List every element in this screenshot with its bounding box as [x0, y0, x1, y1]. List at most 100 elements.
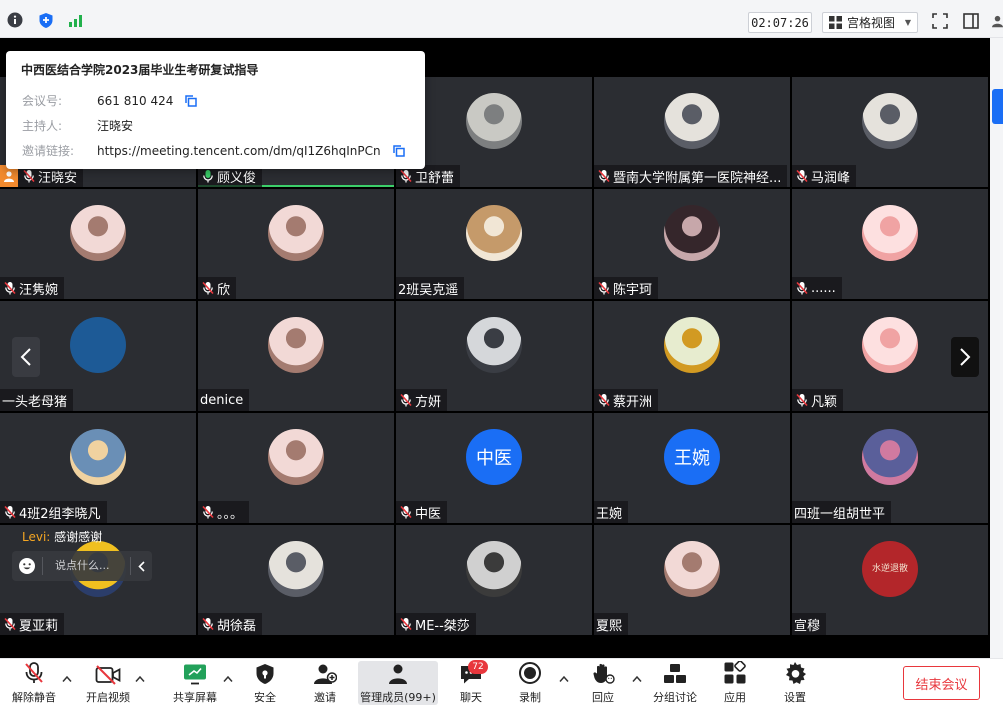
copy-icon[interactable] [392, 144, 405, 157]
meeting-window: 02:07:26 宫格视图 ▼ 汪晓安 顾义俊 卫舒蕾 暨南大学附属第一医院神经...… [0, 0, 1003, 705]
participant-name-tag: denice [198, 389, 250, 411]
participant-tile[interactable]: 蔡开洲 [594, 301, 790, 411]
react-button[interactable]: 回应 [584, 661, 622, 705]
participant-avatar [664, 541, 720, 597]
participant-tile[interactable]: 四班一组胡世平 [792, 413, 988, 523]
security-button[interactable]: 安全 [246, 661, 284, 705]
participant-tile[interactable]: 方妍 [396, 301, 592, 411]
participant-tile[interactable]: 王婉 王婉 [594, 413, 790, 523]
fullscreen-icon[interactable] [931, 12, 949, 30]
participant-name: 中医 [415, 506, 442, 522]
participant-name-tag: 马润峰 [792, 165, 857, 187]
breakout-rooms-button[interactable]: 分组讨论 [651, 661, 699, 705]
participant-name: 胡徐磊 [217, 618, 257, 634]
apps-icon [723, 661, 747, 685]
next-page-button[interactable] [951, 337, 979, 377]
chevron-left-icon[interactable] [130, 557, 152, 575]
participant-tile[interactable]: 欣 [198, 189, 394, 299]
participant-name-tag: 夏熙 [594, 613, 629, 635]
caret-up-icon[interactable] [135, 675, 145, 683]
invite-label: 邀请 [314, 691, 336, 704]
mic-muted-icon [400, 393, 412, 407]
user-icon[interactable] [992, 12, 1003, 30]
chevron-right-icon [960, 348, 971, 366]
participant-tile[interactable]: 中医 中医 [396, 413, 592, 523]
prev-page-button[interactable] [12, 337, 40, 377]
participant-avatar [70, 429, 126, 485]
participant-name-tag: 凡颖 [792, 389, 844, 411]
emoji-icon[interactable] [12, 557, 42, 575]
invite-link-value[interactable]: https://meeting.tencent.com/dm/qI1Z6hqIn… [97, 144, 381, 158]
caret-up-icon[interactable] [62, 675, 72, 683]
participant-name: 宣穆 [794, 618, 821, 634]
participant-tile[interactable]: 4班2组李晓凡 [0, 413, 196, 523]
participant-tile[interactable]: 胡徐磊 [198, 525, 394, 635]
manage-members-button[interactable]: 管理成员(99+) [358, 661, 438, 705]
signal-icon[interactable] [67, 11, 85, 29]
side-panel-handle[interactable] [992, 89, 1003, 124]
participant-avatar [70, 205, 126, 261]
participant-tile[interactable]: 2班吴克遥 [396, 189, 592, 299]
copy-icon[interactable] [185, 94, 198, 107]
participant-name: 。。。 [217, 506, 244, 522]
start-video-button[interactable]: 开启视频 [80, 661, 136, 705]
participant-avatar [466, 205, 522, 261]
participant-tile[interactable]: 马润峰 [792, 77, 988, 187]
chat-label: 聊天 [460, 691, 482, 704]
unmute-button[interactable]: 解除静音 [6, 661, 62, 705]
caret-up-icon[interactable] [223, 675, 233, 683]
participant-name: 蔡开洲 [613, 394, 653, 410]
participant-name-tag: 汪隽婉 [0, 277, 65, 299]
mic-active-icon [202, 169, 214, 183]
info-icon[interactable] [6, 11, 24, 29]
participant-tile[interactable]: ME--桀莎 [396, 525, 592, 635]
breakout-icon [663, 661, 687, 685]
participant-tile[interactable]: 汪隽婉 [0, 189, 196, 299]
participant-name-tag: ...... [792, 277, 842, 299]
participant-avatar: 中医 [466, 429, 522, 485]
participant-name-tag: 蔡开洲 [594, 389, 659, 411]
participant-tile[interactable]: 卫舒蕾 [396, 77, 592, 187]
participant-avatar: 王婉 [664, 429, 720, 485]
record-button[interactable]: 录制 [511, 661, 549, 705]
settings-button[interactable]: 设置 [776, 661, 814, 705]
grid-icon [829, 16, 842, 29]
apps-button[interactable]: 应用 [716, 661, 754, 705]
participant-name-tag: 2班吴克遥 [396, 277, 465, 299]
participant-tile[interactable]: ...... [792, 189, 988, 299]
participant-name-tag: 四班一组胡世平 [792, 501, 892, 523]
sidebar-toggle-icon[interactable] [962, 12, 980, 30]
participant-name-tag: 夏亚莉 [0, 613, 65, 635]
caret-up-icon[interactable] [632, 675, 642, 683]
view-mode-button[interactable]: 宫格视图 ▼ [822, 12, 918, 33]
participant-tile[interactable]: 暨南大学附属第一医院神经... [594, 77, 790, 187]
mic-muted-icon [400, 505, 412, 519]
meeting-id-row: 会议号: 661 810 424 [22, 88, 409, 113]
quick-chat-input[interactable]: 说点什么... [42, 557, 130, 575]
host-label: 主持人: [22, 119, 63, 133]
share-screen-button[interactable]: 共享屏幕 [168, 661, 222, 705]
add-user-icon [313, 661, 337, 685]
meeting-id-value: 661 810 424 [97, 93, 174, 108]
participant-name: ME--桀莎 [415, 618, 470, 634]
mic-muted-icon [4, 617, 16, 631]
unmute-label: 解除静音 [12, 691, 56, 704]
invite-button[interactable]: 邀请 [306, 661, 344, 705]
participant-name-tag: 宣穆 [792, 613, 827, 635]
participant-name: 2班吴克遥 [398, 282, 459, 298]
caret-up-icon[interactable] [559, 675, 569, 683]
participant-name: ...... [811, 280, 836, 296]
participant-name: 王婉 [596, 506, 623, 522]
participant-name: 一头老母猪 [2, 394, 68, 410]
participant-tile[interactable]: 陈宇珂 [594, 189, 790, 299]
participant-tile[interactable]: 。。。 [198, 413, 394, 523]
participant-tile[interactable]: denice [198, 301, 394, 411]
shield-icon[interactable] [37, 11, 55, 29]
mic-muted-icon [598, 393, 610, 407]
participant-tile[interactable]: 水逆退散 宣穆 [792, 525, 988, 635]
video-off-icon [95, 661, 121, 685]
participant-avatar [268, 429, 324, 485]
participant-tile[interactable]: 夏熙 [594, 525, 790, 635]
end-meeting-button[interactable]: 结束会议 [903, 666, 980, 700]
participant-avatar [664, 317, 720, 373]
